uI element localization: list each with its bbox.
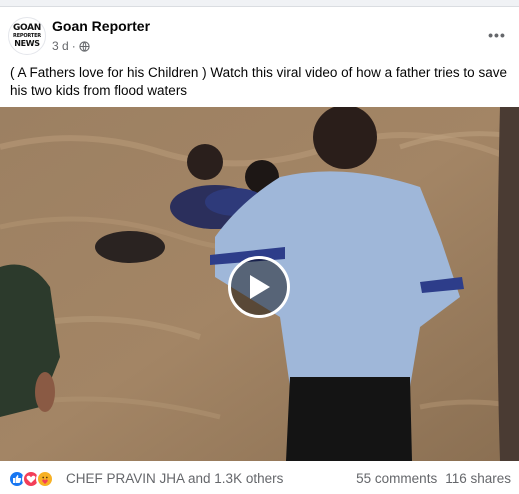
more-options-button[interactable]: ••• [485,23,509,47]
reactors-link[interactable]: CHEF PRAVIN JHA and 1.3K others [66,471,283,486]
post-header: GOAN REPORTER NEWS Goan Reporter 3 d · •… [8,15,511,59]
post-timestamp[interactable]: 3 d [52,39,69,53]
avatar-text-line: GOAN [12,23,42,33]
page-name-link[interactable]: Goan Reporter [52,18,150,34]
play-icon [250,275,270,299]
video-player[interactable] [0,107,519,461]
comments-count-link[interactable]: 55 comments [356,471,437,486]
engagement-counts: 55 comments 116 shares [356,471,511,486]
engagement-bar: CHEF PRAVIN JHA and 1.3K others 55 comme… [8,468,511,490]
globe-icon [79,40,90,52]
post-meta: 3 d · [52,39,90,53]
post-caption: ( A Fathers love for his Children ) Watc… [10,65,507,98]
more-horizontal-icon: ••• [488,27,506,43]
page-avatar[interactable]: GOAN REPORTER NEWS [8,17,46,55]
care-icon [36,470,54,488]
meta-separator: · [71,39,76,53]
avatar-text-line: NEWS [14,39,40,48]
play-button[interactable] [228,256,290,318]
shares-count-link[interactable]: 116 shares [445,471,511,486]
post-card: GOAN REPORTER NEWS Goan Reporter 3 d · •… [0,6,519,494]
reaction-icons[interactable] [8,470,54,488]
